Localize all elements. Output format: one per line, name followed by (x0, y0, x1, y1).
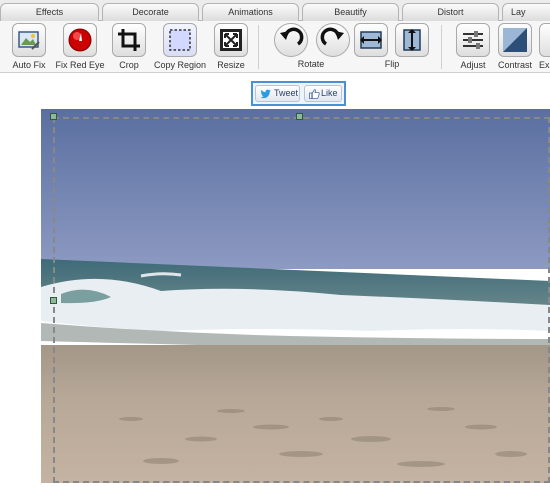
red-eye-icon (63, 23, 97, 57)
selection-handle-top-middle[interactable] (296, 113, 303, 120)
flip-horizontal-icon (354, 23, 388, 57)
rotate-left-button[interactable] (273, 23, 309, 57)
tweet-label: Tweet (274, 88, 299, 98)
flip-vertical-button[interactable] (394, 23, 430, 57)
like-label: Like (321, 88, 338, 98)
rotate-right-button[interactable] (315, 23, 351, 57)
tab-distort[interactable]: Distort (402, 3, 499, 21)
rotate-right-icon (316, 23, 350, 57)
resize-button[interactable]: Resize (213, 23, 249, 70)
tweet-button[interactable]: Tweet (255, 85, 300, 102)
rotate-group-label: Rotate (297, 59, 325, 69)
copy-region-label: Copy Region (153, 60, 207, 70)
flip-group-label: Flip (384, 59, 400, 69)
contrast-label: Contrast (497, 60, 532, 70)
magic-picture-icon (12, 23, 46, 57)
fix-red-eye-button[interactable]: Fix Red Eye (54, 23, 106, 70)
crop-button[interactable]: Crop (111, 23, 147, 70)
tab-layers[interactable]: Lay (502, 3, 550, 21)
resize-icon (214, 23, 248, 57)
partial-tool-label: Ex (539, 60, 550, 70)
auto-fix-button[interactable]: Auto Fix (9, 23, 49, 70)
crop-icon (112, 23, 146, 57)
toolbar-divider (258, 25, 259, 69)
beach-photo (41, 109, 550, 483)
adjust-label: Adjust (460, 60, 486, 70)
auto-fix-label: Auto Fix (12, 60, 46, 70)
partial-tool-icon (539, 23, 550, 57)
toolbar-divider (441, 25, 442, 69)
rotate-left-icon (274, 23, 308, 57)
twitter-bird-icon (260, 89, 271, 99)
adjust-button[interactable]: Adjust (454, 23, 492, 70)
category-tabs: Effects Decorate Animations Beautify Dis… (0, 0, 550, 21)
selection-handle-top-left[interactable] (50, 113, 57, 120)
like-button[interactable]: Like (304, 85, 342, 102)
flip-horizontal-button[interactable] (353, 23, 389, 57)
editing-toolbar: Auto Fix Fix Red Eye Crop Copy Region Re… (0, 21, 550, 73)
dashed-region-icon (163, 23, 197, 57)
partial-tool-button[interactable]: Ex (539, 23, 550, 70)
social-share-bar: Tweet Like (251, 81, 346, 106)
fix-red-eye-label: Fix Red Eye (55, 60, 105, 70)
flip-vertical-icon (395, 23, 429, 57)
tab-effects[interactable]: Effects (0, 3, 99, 21)
sliders-icon (456, 23, 490, 57)
photo-canvas[interactable] (41, 109, 550, 483)
tab-animations[interactable]: Animations (202, 3, 299, 21)
selection-handle-middle-left[interactable] (50, 297, 57, 304)
contrast-button[interactable]: Contrast (495, 23, 535, 70)
contrast-icon (498, 23, 532, 57)
tab-decorate[interactable]: Decorate (102, 3, 199, 21)
resize-label: Resize (217, 60, 245, 70)
tab-beautify[interactable]: Beautify (302, 3, 399, 21)
crop-label: Crop (119, 60, 139, 70)
thumbs-up-icon (309, 89, 320, 99)
copy-region-button[interactable]: Copy Region (151, 23, 209, 70)
